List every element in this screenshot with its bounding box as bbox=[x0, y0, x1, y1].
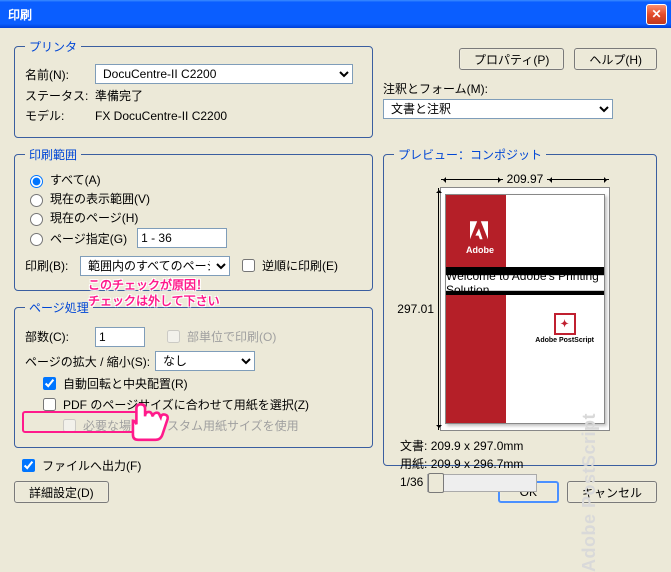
range-group: 印刷範囲 すべて(A) 現在の表示範囲(V) 現在のページ(H) ページ指定(G… bbox=[14, 146, 373, 291]
preview-canvas: 209.97 297.01 Adobe bbox=[440, 187, 610, 431]
welcome-band: Welcome to Adobe's Printing Solution bbox=[446, 275, 604, 291]
printer-legend: プリンタ bbox=[25, 38, 81, 55]
pages-input[interactable] bbox=[137, 228, 227, 248]
preview-legend: プレビュー：コンポジット bbox=[394, 146, 546, 163]
printer-name-select[interactable]: DocuCentre-II C2200 bbox=[95, 64, 353, 84]
model-label: モデル: bbox=[25, 107, 95, 124]
properties-button[interactable]: プロパティ(P) bbox=[459, 48, 564, 70]
radio-all[interactable]: すべて(A) bbox=[25, 171, 362, 188]
close-button[interactable]: ✕ bbox=[646, 4, 667, 25]
radio-pages[interactable]: ページ指定(G) bbox=[25, 228, 362, 248]
advanced-button[interactable]: 詳細設定(D) bbox=[14, 481, 109, 503]
copies-label: 部数(C): bbox=[25, 328, 95, 345]
radio-current-page[interactable]: 現在のページ(H) bbox=[25, 209, 362, 226]
postscript-logo-icon: ✦ Adobe PostScript bbox=[535, 313, 594, 344]
preview-page: Adobe Welcome to Adobe's Printing Soluti… bbox=[445, 194, 605, 424]
handling-group: ページ処理 部数(C): 部単位で印刷(O) ページの拡大 / 縮小(S): な… bbox=[14, 299, 373, 448]
printer-group: プリンタ 名前(N): DocuCentre-II C2200 ステータス: 準… bbox=[14, 38, 373, 138]
page-slider[interactable] bbox=[427, 474, 537, 492]
status-label: ステータス: bbox=[25, 87, 95, 104]
preview-group: プレビュー：コンポジット 209.97 297.01 bbox=[383, 146, 657, 466]
adobe-caption: Adobe bbox=[466, 245, 494, 255]
range-legend: 印刷範囲 bbox=[25, 146, 81, 163]
name-label: 名前(N): bbox=[25, 66, 95, 83]
scale-label: ページの拡大 / 縮小(S): bbox=[25, 353, 155, 370]
collate-check: 部単位で印刷(O) bbox=[163, 327, 276, 346]
titlebar: 印刷 ✕ bbox=[0, 0, 671, 28]
adobe-logo-icon bbox=[470, 221, 488, 243]
print-subset-select[interactable]: 範囲内のすべてのページ bbox=[80, 256, 230, 276]
model-value: FX DocuCentre-II C2200 bbox=[95, 109, 227, 123]
window-title: 印刷 bbox=[8, 6, 646, 23]
preview-meta: 文書: 209.9 x 297.0mm 用紙: 209.9 x 296.7mm … bbox=[400, 437, 646, 492]
preview-height-label: 297.01 bbox=[399, 188, 439, 430]
help-button[interactable]: ヘルプ(H) bbox=[574, 48, 657, 70]
handling-legend: ページ処理 bbox=[25, 299, 93, 316]
status-value: 準備完了 bbox=[95, 87, 143, 104]
preview-width-label: 209.97 bbox=[441, 172, 609, 186]
watermark: Adobe PostScript bbox=[579, 413, 600, 572]
reverse-check[interactable]: 逆順に印刷(E) bbox=[238, 256, 338, 275]
copies-input[interactable] bbox=[95, 327, 145, 347]
radio-current-view[interactable]: 現在の表示範囲(V) bbox=[25, 190, 362, 207]
autorotate-check[interactable]: 自動回転と中央配置(R) bbox=[39, 374, 362, 393]
print-to-file-check[interactable]: ファイルへ出力(F) bbox=[18, 456, 373, 475]
customsize-check: 必要な場合にカスタム用紙サイズを使用 bbox=[59, 416, 362, 435]
comments-select[interactable]: 文書と注釈 bbox=[383, 99, 613, 119]
pdfsize-check[interactable]: PDF のページサイズに合わせて用紙を選択(Z) bbox=[39, 395, 362, 414]
scale-select[interactable]: なし bbox=[155, 351, 255, 371]
print-label: 印刷(B): bbox=[25, 257, 80, 274]
comments-label: 注釈とフォーム(M): bbox=[383, 80, 657, 97]
